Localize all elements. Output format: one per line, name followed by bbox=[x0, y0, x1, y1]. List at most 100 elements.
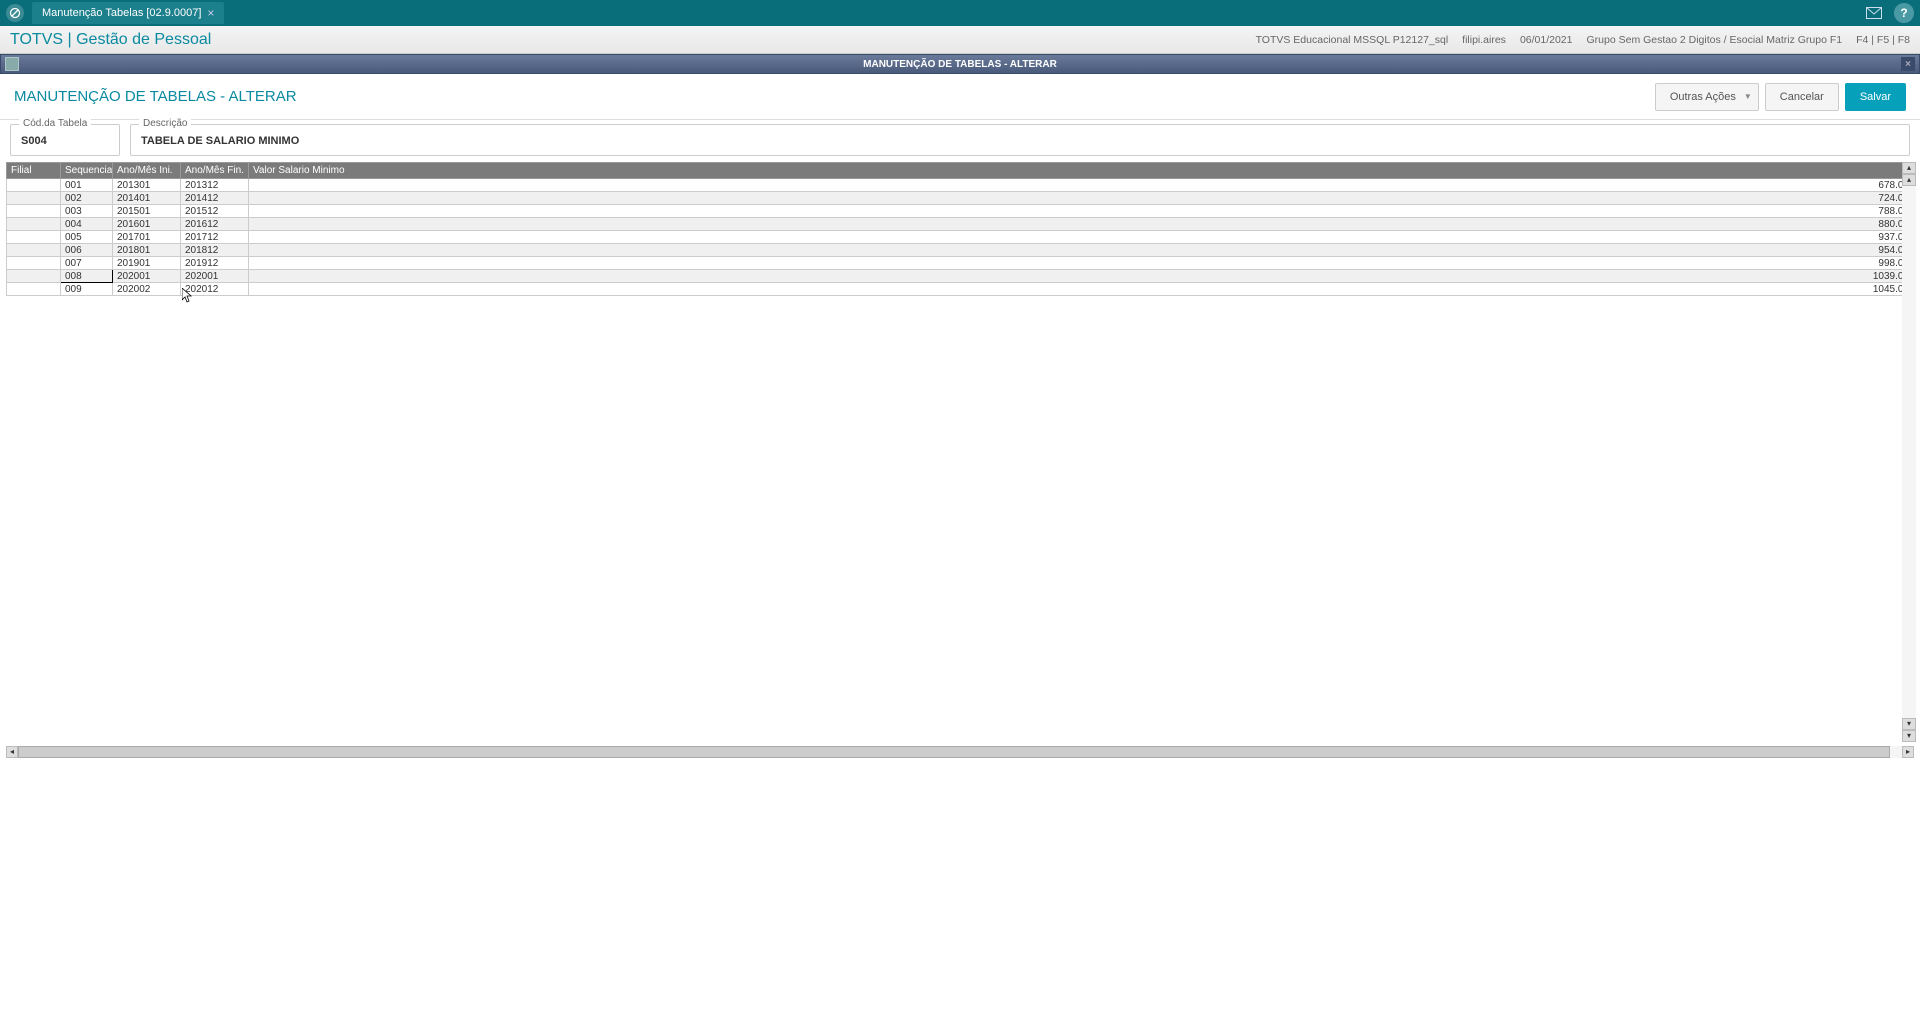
hscroll-track[interactable] bbox=[18, 746, 1902, 758]
cell-filial[interactable] bbox=[7, 283, 61, 296]
table-row[interactable]: 0082020012020011039.00 bbox=[7, 270, 1914, 283]
help-icon[interactable]: ? bbox=[1894, 3, 1914, 23]
scroll-down-icon[interactable]: ▾ bbox=[1902, 718, 1916, 730]
cell-seq[interactable]: 003 bbox=[61, 205, 113, 218]
scroll-top-icon[interactable]: ▴ bbox=[1902, 162, 1916, 174]
app-title: TOTVS | Gestão de Pessoal bbox=[10, 31, 211, 49]
field-cod-value[interactable]: S004 bbox=[11, 125, 119, 155]
table-row[interactable]: 002201401201412724.00 bbox=[7, 192, 1914, 205]
cell-val[interactable]: 880.00 bbox=[249, 218, 1914, 231]
cell-filial[interactable] bbox=[7, 244, 61, 257]
app-logo-icon[interactable] bbox=[6, 4, 24, 22]
cell-seq[interactable]: 004 bbox=[61, 218, 113, 231]
cell-seq[interactable]: 005 bbox=[61, 231, 113, 244]
cell-val[interactable]: 724.00 bbox=[249, 192, 1914, 205]
tab-close-icon[interactable]: × bbox=[207, 2, 214, 24]
date-label: 06/01/2021 bbox=[1520, 34, 1573, 46]
scroll-track[interactable] bbox=[1902, 186, 1916, 718]
cell-fin[interactable]: 201412 bbox=[181, 192, 249, 205]
cell-fin[interactable]: 201612 bbox=[181, 218, 249, 231]
table-row[interactable]: 003201501201512788.00 bbox=[7, 205, 1914, 218]
cell-seq[interactable]: 001 bbox=[61, 179, 113, 192]
cell-val[interactable]: 678.00 bbox=[249, 179, 1914, 192]
cell-val[interactable]: 1039.00 bbox=[249, 270, 1914, 283]
cell-seq[interactable]: 002 bbox=[61, 192, 113, 205]
keys-label: F4 | F5 | F8 bbox=[1856, 34, 1910, 46]
mail-icon[interactable] bbox=[1864, 3, 1884, 23]
window-tab-label: Manutenção Tabelas [02.9.0007] bbox=[42, 2, 201, 24]
other-actions-label: Outras Ações bbox=[1670, 91, 1736, 103]
col-header-ini[interactable]: Ano/Mês Ini. bbox=[113, 163, 181, 179]
cell-filial[interactable] bbox=[7, 205, 61, 218]
field-descricao: Descrição TABELA DE SALARIO MINIMO bbox=[130, 124, 1910, 156]
cell-fin[interactable]: 201512 bbox=[181, 205, 249, 218]
cell-seq[interactable]: 006 bbox=[61, 244, 113, 257]
cell-ini[interactable]: 201901 bbox=[113, 257, 181, 270]
table-row[interactable]: 004201601201612880.00 bbox=[7, 218, 1914, 231]
table-row[interactable]: 006201801201812954.00 bbox=[7, 244, 1914, 257]
cell-ini[interactable]: 202001 bbox=[113, 270, 181, 283]
cell-filial[interactable] bbox=[7, 231, 61, 244]
table-row[interactable]: 007201901201912998.00 bbox=[7, 257, 1914, 270]
cell-val[interactable]: 788.00 bbox=[249, 205, 1914, 218]
cell-fin[interactable]: 201712 bbox=[181, 231, 249, 244]
save-button[interactable]: Salvar bbox=[1845, 83, 1906, 111]
cell-seq[interactable]: 009 bbox=[61, 283, 113, 296]
horizontal-scrollbar[interactable]: ◂ ▸ bbox=[6, 746, 1914, 758]
vertical-scrollbar[interactable]: ▴ ▴ ▾ ▾ bbox=[1902, 162, 1916, 742]
titlebar: Manutenção Tabelas [02.9.0007] × ? bbox=[0, 0, 1920, 26]
app-header: TOTVS | Gestão de Pessoal TOTVS Educacio… bbox=[0, 26, 1920, 54]
group-label: Grupo Sem Gestao 2 Digitos / Esocial Mat… bbox=[1587, 34, 1843, 46]
field-cod-label: Cód.da Tabela bbox=[19, 118, 91, 129]
cell-filial[interactable] bbox=[7, 179, 61, 192]
cell-ini[interactable]: 201701 bbox=[113, 231, 181, 244]
window-title: MANUTENÇÃO DE TABELAS - ALTERAR bbox=[863, 59, 1057, 70]
cell-ini[interactable]: 202002 bbox=[113, 283, 181, 296]
cell-fin[interactable]: 201812 bbox=[181, 244, 249, 257]
scroll-left-icon[interactable]: ◂ bbox=[6, 746, 18, 758]
field-desc-label: Descrição bbox=[139, 118, 191, 129]
cell-fin[interactable]: 202012 bbox=[181, 283, 249, 296]
table-row[interactable]: 001201301201312678.00 bbox=[7, 179, 1914, 192]
cell-ini[interactable]: 201401 bbox=[113, 192, 181, 205]
cell-seq[interactable]: 008 bbox=[61, 270, 113, 283]
cell-ini[interactable]: 201301 bbox=[113, 179, 181, 192]
cell-filial[interactable] bbox=[7, 270, 61, 283]
field-desc-value[interactable]: TABELA DE SALARIO MINIMO bbox=[131, 125, 1909, 155]
cell-ini[interactable]: 201601 bbox=[113, 218, 181, 231]
cell-filial[interactable] bbox=[7, 257, 61, 270]
col-header-seq[interactable]: Sequencia bbox=[61, 163, 113, 179]
table-row[interactable]: 005201701201712937.00 bbox=[7, 231, 1914, 244]
cell-filial[interactable] bbox=[7, 192, 61, 205]
cell-val[interactable]: 1045.00 bbox=[249, 283, 1914, 296]
scroll-bottom-icon[interactable]: ▾ bbox=[1902, 730, 1916, 742]
cell-seq[interactable]: 007 bbox=[61, 257, 113, 270]
scroll-right-icon[interactable]: ▸ bbox=[1902, 746, 1914, 758]
env-label: TOTVS Educacional MSSQL P12127_sql bbox=[1256, 34, 1449, 46]
col-header-filial[interactable]: Filial bbox=[7, 163, 61, 179]
cell-val[interactable]: 998.00 bbox=[249, 257, 1914, 270]
grid-header-row: Filial Sequencia Ano/Mês Ini. Ano/Mês Fi… bbox=[7, 163, 1914, 179]
cell-val[interactable]: 937.00 bbox=[249, 231, 1914, 244]
cell-filial[interactable] bbox=[7, 218, 61, 231]
window-icon[interactable] bbox=[5, 57, 19, 71]
data-grid[interactable]: Filial Sequencia Ano/Mês Ini. Ano/Mês Fi… bbox=[6, 162, 1914, 296]
cancel-button[interactable]: Cancelar bbox=[1765, 83, 1839, 111]
chevron-down-icon: ▼ bbox=[1744, 92, 1752, 101]
table-row[interactable]: 0092020022020121045.00 bbox=[7, 283, 1914, 296]
cell-val[interactable]: 954.00 bbox=[249, 244, 1914, 257]
cell-fin[interactable]: 201312 bbox=[181, 179, 249, 192]
other-actions-button[interactable]: Outras Ações ▼ bbox=[1655, 83, 1759, 111]
window-tab[interactable]: Manutenção Tabelas [02.9.0007] × bbox=[32, 2, 224, 24]
col-header-fin[interactable]: Ano/Mês Fin. bbox=[181, 163, 249, 179]
cell-fin[interactable]: 201912 bbox=[181, 257, 249, 270]
col-header-val[interactable]: Valor Salario Minimo bbox=[249, 163, 1914, 179]
window-close-icon[interactable]: × bbox=[1901, 57, 1915, 71]
cell-ini[interactable]: 201501 bbox=[113, 205, 181, 218]
scroll-up-icon[interactable]: ▴ bbox=[1902, 174, 1916, 186]
cell-ini[interactable]: 201801 bbox=[113, 244, 181, 257]
action-title: MANUTENÇÃO DE TABELAS - ALTERAR bbox=[14, 88, 297, 105]
cell-fin[interactable]: 202001 bbox=[181, 270, 249, 283]
hscroll-thumb[interactable] bbox=[18, 746, 1890, 758]
field-cod-tabela: Cód.da Tabela S004 bbox=[10, 124, 120, 156]
